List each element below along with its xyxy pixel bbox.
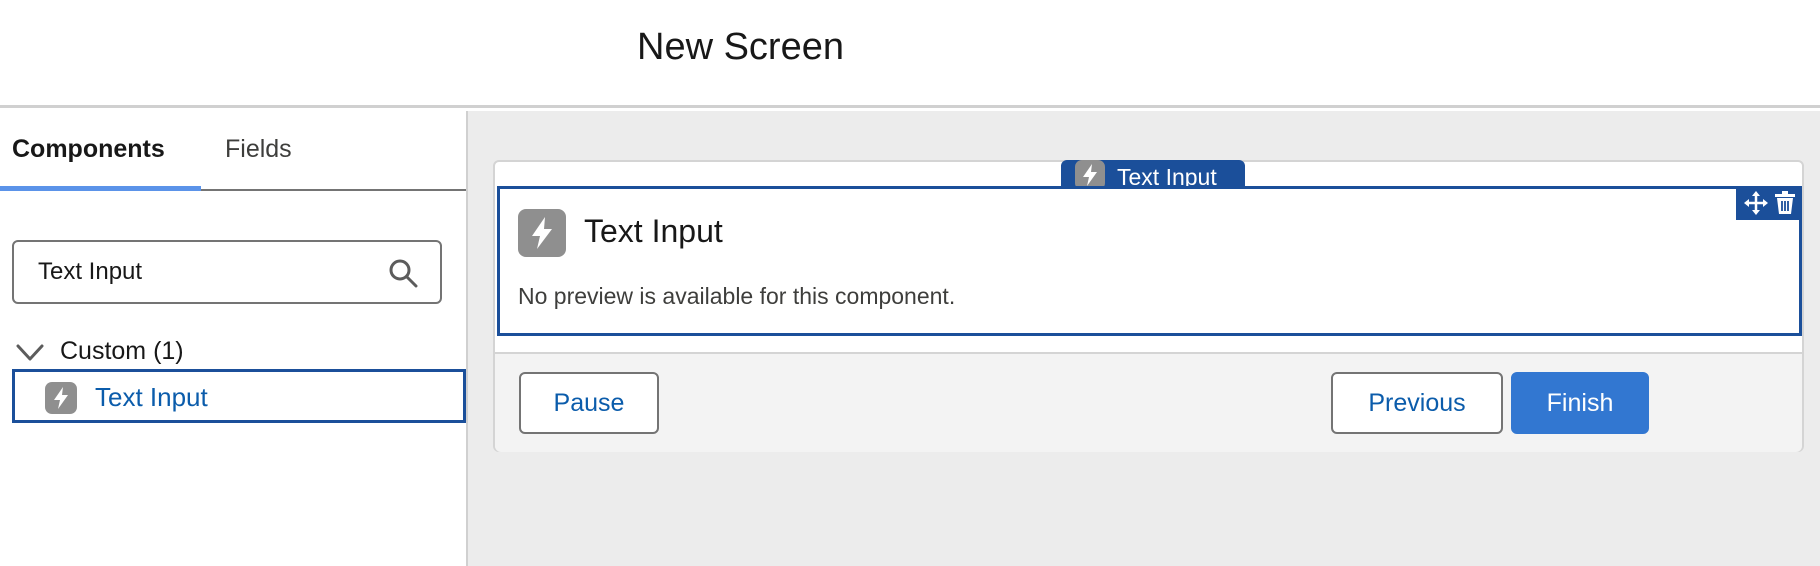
component-item-text-input[interactable]: Text Input bbox=[12, 369, 466, 423]
tab-fields[interactable]: Fields bbox=[225, 135, 292, 164]
tab-components[interactable]: Components bbox=[12, 135, 165, 164]
component-preview-text: No preview is available for this compone… bbox=[518, 283, 956, 309]
screen-canvas: Text Input Text Input No preview is avai… bbox=[468, 111, 1820, 566]
left-panel: Components Fields Custom (1) Text Input bbox=[0, 111, 468, 566]
active-tab-indicator bbox=[0, 186, 201, 191]
delete-icon[interactable] bbox=[1774, 191, 1796, 215]
search-icon[interactable] bbox=[388, 258, 418, 288]
move-icon[interactable] bbox=[1744, 191, 1768, 215]
component-title: Text Input bbox=[584, 213, 723, 249]
finish-button[interactable]: Finish bbox=[1511, 372, 1649, 434]
pause-button[interactable]: Pause bbox=[519, 372, 659, 434]
search-input[interactable] bbox=[38, 254, 378, 290]
header: New Screen bbox=[0, 0, 1820, 108]
screen-card: Text Input Text Input No preview is avai… bbox=[493, 160, 1804, 452]
component-actions bbox=[1736, 186, 1802, 220]
lightning-icon bbox=[518, 209, 566, 257]
tab-bar: Components Fields bbox=[0, 111, 466, 191]
page-title: New Screen bbox=[637, 26, 844, 68]
group-label: Custom (1) bbox=[60, 337, 184, 365]
screen-footer: Pause Previous Finish bbox=[495, 352, 1802, 452]
previous-button[interactable]: Previous bbox=[1331, 372, 1503, 434]
selected-component[interactable]: Text Input No preview is available for t… bbox=[497, 186, 1802, 336]
component-item-label: Text Input bbox=[95, 382, 208, 412]
search-box[interactable] bbox=[12, 240, 442, 304]
chevron-down-icon[interactable] bbox=[16, 343, 44, 363]
lightning-icon bbox=[45, 382, 77, 414]
